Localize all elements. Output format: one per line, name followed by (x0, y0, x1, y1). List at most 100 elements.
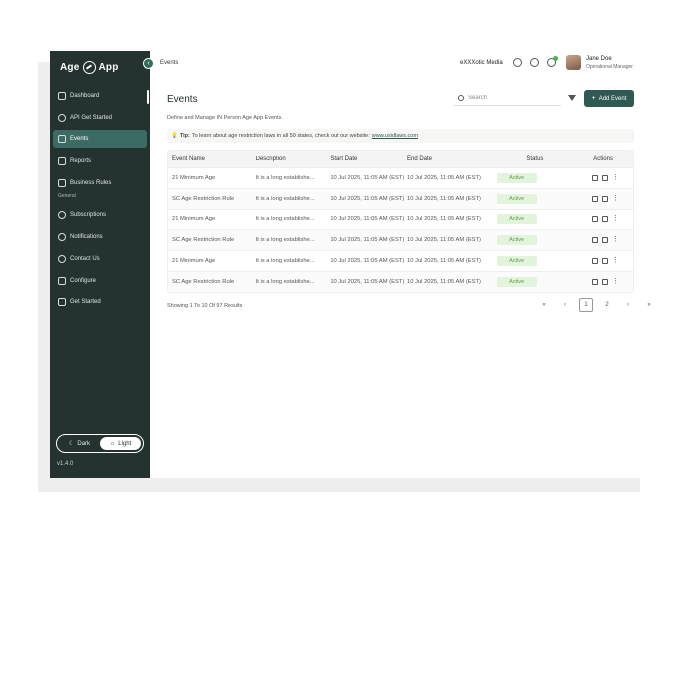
results-count: Showing 1 To 10 Of 97 Results (167, 303, 243, 309)
status-cell: Active (496, 276, 574, 287)
table-row[interactable]: 21 Minimum Age It is a long establishe...… (168, 208, 633, 230)
page-button-1[interactable]: 1 (579, 298, 593, 312)
sidebar-item-reports[interactable]: Reports (53, 152, 147, 170)
page-title: Events (167, 94, 198, 105)
filter-icon[interactable] (568, 95, 576, 101)
breadcrumb[interactable]: Events (160, 60, 178, 66)
edit-icon[interactable] (602, 258, 609, 265)
more-options-icon[interactable]: ⋮ (612, 236, 619, 243)
notification-dot (553, 56, 558, 61)
theme-light-label: Light (118, 440, 132, 447)
tip-text: To learn about age restriction laws in a… (191, 133, 370, 139)
table-row[interactable]: 21 Minimum Age It is a long establishe...… (168, 250, 633, 271)
actions-cell: ⋮ (573, 257, 633, 265)
more-options-icon[interactable]: ⋮ (612, 257, 619, 264)
sidebar-item-notifications[interactable]: Notifications (53, 228, 147, 246)
qr-code-icon[interactable] (592, 237, 599, 244)
status-cell: Active (496, 256, 574, 267)
next-page-button[interactable]: › (621, 298, 635, 312)
sidebar-item-subscriptions[interactable]: Subscriptions (53, 206, 147, 224)
edit-icon[interactable] (602, 278, 609, 285)
sidebar-item-dashboard[interactable]: Dashboard (53, 87, 147, 105)
qr-code-icon[interactable] (592, 216, 599, 223)
status-cell: Active (496, 193, 574, 204)
actions-cell: ⋮ (573, 174, 633, 181)
search-box (454, 91, 561, 106)
column-header[interactable]: Description (256, 156, 331, 162)
more-options-icon[interactable]: ⋮ (612, 278, 619, 285)
moon-icon[interactable] (513, 58, 522, 67)
theme-dark-option[interactable]: ☾ Dark (59, 437, 100, 450)
more-options-icon[interactable]: ⋮ (612, 174, 619, 181)
event-name-cell: SC Age Restriction Rule (172, 237, 235, 244)
table-row[interactable]: SC Age Restriction Rule It is a long esta… (168, 229, 633, 251)
start-date-cell: 10 Jul 2025, 11:05 AM (EST) (330, 258, 405, 265)
logo-text-left: Age (60, 61, 80, 73)
qr-code-icon[interactable] (592, 195, 599, 202)
theme-light-option[interactable]: ☼ Light (100, 437, 141, 450)
start-date-cell: 10 Jul 2025, 11:05 AM (EST) (330, 237, 405, 244)
sidebar-item-contact-us[interactable]: Contact Us (53, 250, 147, 268)
user-role: Operational Manager (586, 64, 633, 70)
sidebar-item-configure[interactable]: Configure (53, 272, 147, 290)
end-date-cell: 10 Jul 2025, 11:05 AM (EST) (406, 258, 481, 265)
bell-icon[interactable] (547, 56, 558, 67)
end-date-cell: 10 Jul 2025, 11:05 AM (EST) (406, 195, 481, 202)
column-header[interactable]: Status (497, 156, 574, 162)
sidebar-collapse-button[interactable]: ‹ (143, 58, 154, 69)
sidebar-item-label: Contact Us (70, 255, 100, 262)
column-header[interactable]: Start Date (330, 156, 407, 162)
page-subtitle: Define and Manage IN Person Age App Even… (167, 115, 283, 121)
qr-code-icon[interactable] (592, 258, 599, 265)
edit-icon[interactable] (602, 195, 609, 202)
column-header[interactable]: End Date (407, 156, 497, 162)
sliders-icon (58, 276, 66, 285)
arrow-left-icon: ‹ (147, 60, 150, 67)
chat-icon[interactable] (530, 58, 539, 67)
start-date-cell: 10 Jul 2025, 11:05 AM (EST) (330, 174, 405, 181)
column-header[interactable]: Event Name (168, 156, 256, 162)
app-logo[interactable]: Age App (60, 59, 119, 75)
event-name-cell: 21 Minimum Age (172, 174, 216, 181)
edit-icon[interactable] (602, 216, 609, 223)
grid-icon (58, 92, 66, 100)
sidebar-item-business-rules[interactable]: Business Rules (53, 174, 147, 192)
end-date-cell: 10 Jul 2025, 11:05 AM (EST) (406, 237, 481, 244)
more-options-icon[interactable]: ⋮ (612, 215, 619, 222)
more-options-icon[interactable]: ⋮ (612, 195, 619, 202)
qr-code-icon[interactable] (592, 174, 599, 181)
prev-page-button[interactable]: ‹ (558, 298, 572, 312)
org-name: eXXXotic Media (460, 60, 503, 66)
edit-icon[interactable] (602, 174, 609, 181)
cloud-icon (58, 113, 66, 122)
sidebar-item-label: Dashboard (70, 93, 100, 99)
logo-icon (82, 60, 96, 74)
start-date-cell: 10 Jul 2025, 11:05 AM (EST) (330, 195, 405, 202)
table-row[interactable]: 21 Minimum Age It is a long establishe...… (168, 167, 633, 188)
sidebar-item-get-started[interactable]: Get Started (53, 293, 147, 311)
tip-link[interactable]: www.usidlaws.com (372, 133, 418, 139)
table-row[interactable]: SC Age Restriction Rule It is a long esta… (168, 187, 633, 209)
event-name-cell: 21 Minimum Age (172, 216, 216, 223)
sidebar-item-api-get-started[interactable]: API Get Started (53, 109, 147, 127)
end-date-cell: 10 Jul 2025, 11:05 AM (EST) (406, 216, 481, 223)
app-version: v1.4.0 (57, 461, 74, 467)
edit-icon[interactable] (602, 237, 609, 244)
sidebar-item-label: Configure (70, 277, 97, 284)
qr-code-icon[interactable] (592, 278, 599, 285)
last-page-button[interactable]: » (642, 298, 656, 312)
calendar-icon (58, 135, 66, 144)
status-badge: Active (496, 172, 537, 183)
actions-cell: ⋮ (573, 195, 633, 202)
first-page-button[interactable]: « (537, 298, 551, 312)
add-event-button[interactable]: + Add Event (584, 90, 634, 107)
event-name-cell: SC Age Restriction Rule (172, 278, 235, 285)
sidebar-item-events[interactable]: Events (53, 130, 147, 149)
table-row[interactable]: SC Age Restriction Rule It is a long esta… (168, 270, 633, 292)
page-button-2[interactable]: 2 (600, 298, 614, 312)
avatar[interactable] (566, 55, 581, 70)
search-input[interactable] (468, 95, 558, 101)
sun-icon: ☼ (109, 440, 116, 447)
book-icon (58, 298, 66, 307)
status-badge: Active (496, 235, 537, 246)
